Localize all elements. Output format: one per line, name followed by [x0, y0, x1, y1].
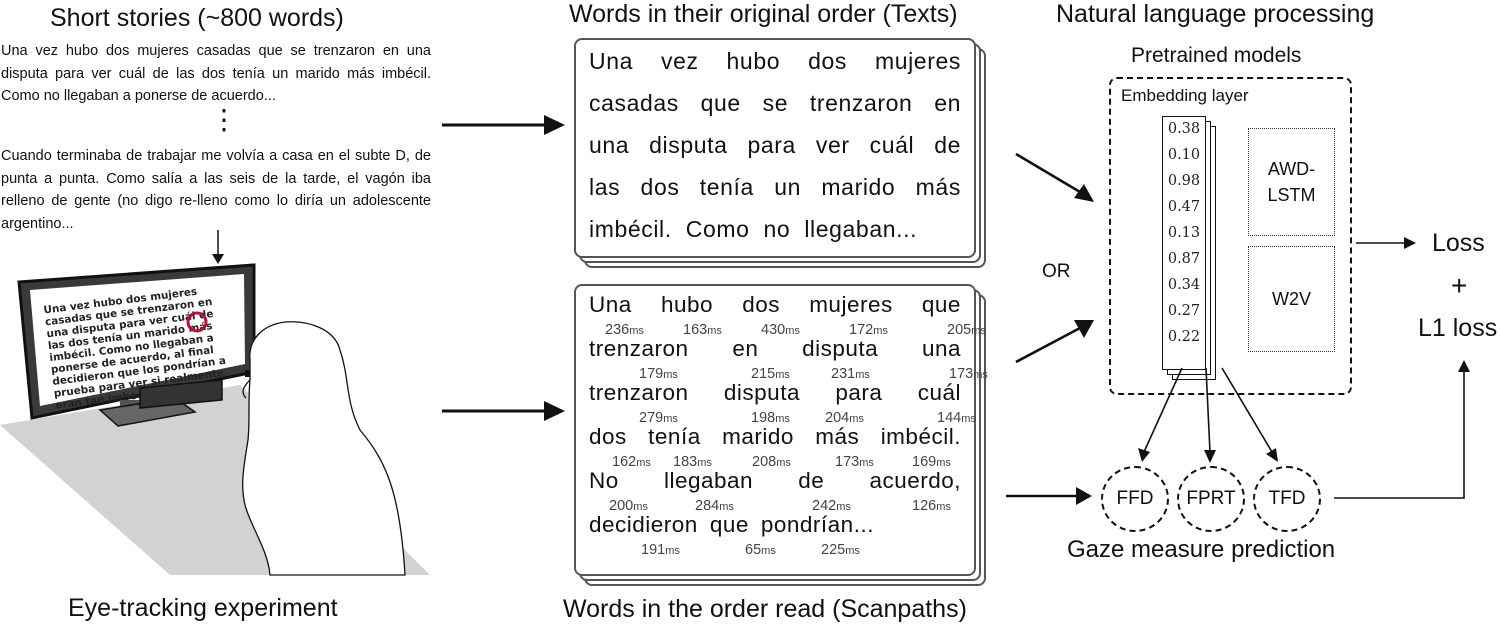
texts-card: Una vez hubo dos mujeres casadas que se trenzar…	[574, 38, 976, 258]
scanpath-word: dos	[589, 424, 627, 449]
scanpath-word: imbécil.	[880, 424, 961, 449]
model-w2v: W2V	[1248, 246, 1335, 352]
scanpath-word: cuál	[917, 380, 961, 405]
arrow-texts	[442, 115, 565, 135]
scanpath-word: disputa	[802, 336, 879, 361]
scanpath-word: marido	[722, 424, 794, 449]
loss-label: Loss	[1432, 229, 1485, 257]
text-line: imbécil. Como no llegaban...	[589, 216, 918, 242]
scanpath-line: trenzaron en disputa una	[589, 336, 961, 362]
scanpath-word: acuerdo,	[869, 468, 961, 493]
scanpath-word: dos	[742, 292, 780, 317]
scanpath-word: No	[589, 468, 619, 493]
text-line: las dos tenía un marido más	[589, 174, 961, 200]
story-excerpt-2: Cuando terminaba de trabajar me volvía a…	[1, 148, 431, 232]
ellipsis-icon: ⋮	[210, 104, 238, 135]
scanpath-word: trenzaron	[589, 336, 689, 361]
text-line: casadas que se trenzaron en	[589, 90, 961, 116]
scanpaths-title: Words in the order read (Scanpaths)	[563, 595, 967, 623]
scanpath-word: Una	[589, 292, 632, 317]
plus-label: +	[1451, 270, 1468, 301]
scanpath-word: tenía	[648, 424, 701, 449]
scanpath-word: que	[921, 292, 961, 317]
scanpath-card-stack: Una hubo dos mujeres que 236ms 163ms 430ms 172ms…	[574, 284, 994, 588]
gaze-node-tfd: TFD	[1253, 466, 1321, 532]
embedding-values: 0.38 0.10 0.98 0.47 0.13 0.87 0.34 0.27 …	[1167, 121, 1201, 345]
texts-title: Words in their original order (Texts)	[569, 0, 958, 28]
fixation-duration: 225ms	[821, 542, 860, 558]
fixation-duration: 191ms	[641, 542, 680, 558]
arrow-scanpaths-to-gaze	[1006, 487, 1092, 505]
eye-tracking-illustration: Una vez hubo dos mujeres casadas que se …	[0, 230, 430, 576]
scanpath-word: que	[709, 512, 749, 537]
scanpath-card: Una hubo dos mujeres que 236ms 163ms 430ms 172ms…	[574, 284, 988, 576]
scanpath-word: más	[815, 424, 860, 449]
scanpath-word: trenzaron	[589, 380, 689, 405]
scanpath-word: llegaban	[663, 468, 754, 493]
arrows-to-gaze-nodes	[1138, 367, 1278, 463]
scanpath-word: decidieron	[589, 512, 698, 537]
participant-outline	[242, 321, 406, 576]
texts-card-stack: Una vez hubo dos mujeres casadas que se trenzar…	[574, 38, 994, 270]
arrow-scanpaths	[442, 401, 565, 421]
scanpath-line: dos tenía marido más imbécil.	[589, 424, 961, 450]
scanpath-word: de	[798, 468, 825, 493]
text-line: una disputa para ver cuál de	[589, 132, 961, 158]
gaze-node-fprt: FPRT	[1177, 466, 1245, 532]
scanpath-word: una	[921, 336, 961, 361]
model-awd-lstm: AWD- LSTM	[1248, 128, 1335, 236]
scanpath-word: pondrían...	[760, 512, 874, 537]
gaze-prediction-label: Gaze measure prediction	[1067, 536, 1336, 563]
fixation-duration: 65ms	[745, 542, 776, 558]
scanpath-line: trenzaron disputa para cuál	[589, 380, 961, 406]
scanpath-line: No llegaban de acuerdo,	[589, 468, 961, 494]
scanpath-line: Una hubo dos mujeres que	[589, 292, 961, 318]
scanpath-word: en	[732, 336, 759, 361]
scanpath-word: para	[835, 380, 883, 405]
gaze-node-ffd: FFD	[1101, 466, 1169, 532]
arrow-to-l1-loss	[1334, 360, 1470, 499]
pretrained-models-label: Pretrained models	[1131, 44, 1302, 67]
scanpath-word: mujeres	[809, 292, 893, 317]
short-stories-title: Short stories (~800 words)	[50, 4, 344, 32]
l1-loss-label: L1 loss	[1418, 314, 1498, 342]
nlp-title: Natural language processing	[1056, 0, 1375, 28]
scanpath-line: decidieron que pondrían...	[589, 512, 961, 538]
embedding-layer-label: Embedding layer	[1121, 86, 1249, 105]
text-line: Una vez hubo dos mujeres	[589, 48, 961, 74]
arrow-texts-to-models	[1015, 152, 1094, 202]
arrow-scanpaths-to-models	[1015, 320, 1094, 364]
arrow-to-loss	[1356, 237, 1416, 249]
scanpath-word: disputa	[723, 380, 800, 405]
scanpath-word: hubo	[660, 292, 714, 317]
or-label: OR	[1042, 261, 1071, 282]
story-excerpt-1: Una vez hubo dos mujeres casadas que se …	[1, 43, 431, 104]
eye-tracking-title: Eye-tracking experiment	[68, 594, 338, 622]
